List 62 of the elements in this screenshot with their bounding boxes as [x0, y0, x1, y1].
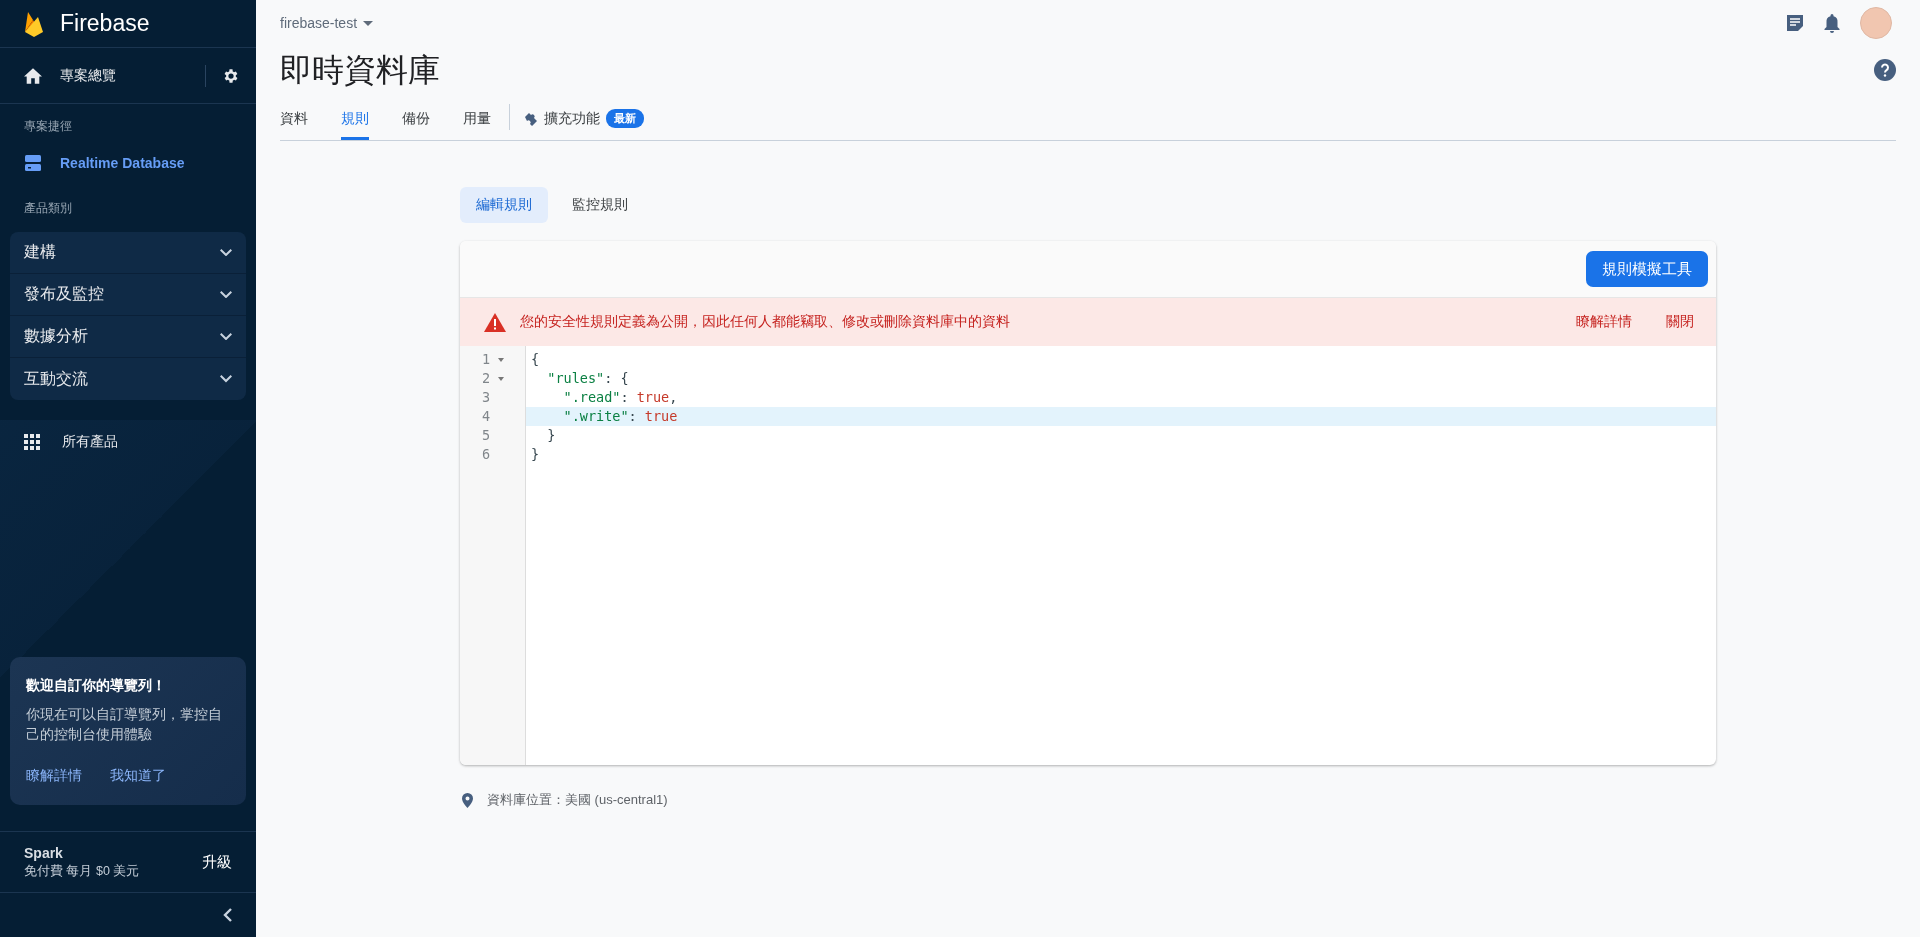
tab[interactable]: 備份	[402, 110, 430, 140]
fold-icon[interactable]	[498, 376, 504, 381]
chevron-icon	[220, 332, 232, 341]
promo-text: 你現在可以自訂導覽列，掌控自己的控制台使用體驗	[26, 706, 223, 744]
code-line: ".read": true,	[562, 388, 679, 407]
line-number: 5	[482, 426, 492, 445]
fold-icon[interactable]	[498, 357, 504, 362]
brand-name: Firebase	[60, 10, 150, 37]
settings-icon[interactable]	[222, 66, 240, 85]
warning-message: 您的安全性規則定義為公開，因此任何人都能竊取、修改或刪除資料庫中的資料	[520, 313, 1011, 331]
warning-icon	[484, 312, 506, 332]
line-number: 3	[482, 388, 492, 407]
warning-link[interactable]: 瞭解詳情	[1576, 313, 1632, 331]
puzzle-icon	[524, 111, 538, 126]
code-line: }	[530, 445, 541, 464]
notes-icon[interactable]	[1786, 14, 1804, 32]
tab[interactable]: 資料	[280, 110, 308, 140]
code-line: "rules": {	[546, 369, 630, 388]
line-number: 4	[482, 407, 492, 426]
category-item[interactable]: 互動交流	[10, 358, 246, 400]
line-number: 2	[482, 369, 492, 388]
tab[interactable]: 擴充功能 最新	[524, 109, 644, 140]
chevron-icon	[220, 248, 232, 257]
tab[interactable]: 規則	[341, 110, 369, 140]
page-title: 即時資料庫	[280, 51, 440, 90]
project-overview-link[interactable]: 專案總覽	[60, 66, 205, 85]
collapse-icon[interactable]	[222, 908, 234, 922]
home-icon[interactable]	[24, 67, 42, 84]
promo-title: 歡迎自訂你的導覽列！	[26, 677, 167, 695]
promo-link[interactable]: 我知道了	[110, 767, 166, 785]
chevron-icon	[220, 375, 232, 383]
plan-name: Spark	[24, 844, 64, 861]
line-number: 1	[482, 350, 492, 369]
tab[interactable]: 用量	[463, 110, 491, 140]
all-products-link[interactable]: 所有產品	[62, 433, 118, 451]
category-item[interactable]: 發布及監控	[10, 274, 246, 316]
promo-link[interactable]: 瞭解詳情	[26, 767, 82, 785]
project-selector[interactable]: firebase-test	[280, 15, 374, 31]
plan-price: 免付費 每月 $0 美元	[24, 862, 140, 880]
firebase-logo-icon	[24, 10, 44, 37]
grid-icon	[24, 434, 40, 450]
help-icon[interactable]	[1874, 59, 1896, 81]
code-line: }	[546, 426, 557, 445]
sub-tab[interactable]: 監控規則	[556, 187, 644, 223]
chevron-icon	[220, 290, 232, 299]
sub-tab[interactable]: 編輯規則	[460, 187, 548, 223]
section-label: 專案捷徑	[24, 119, 72, 133]
bell-icon[interactable]	[1824, 13, 1840, 33]
rules-simulator-button[interactable]: 規則模擬工具	[1586, 251, 1708, 287]
code-line: {	[530, 350, 541, 369]
location-pin-icon	[462, 792, 473, 808]
caret-icon	[363, 20, 374, 26]
category-item[interactable]: 數據分析	[10, 316, 246, 358]
new-badge: 最新	[606, 109, 644, 128]
upgrade-button[interactable]: 升級	[202, 846, 232, 878]
sidebar-item[interactable]: Realtime Database	[0, 140, 256, 186]
section-label: 產品類別	[24, 201, 72, 215]
category-item[interactable]: 建構	[10, 232, 246, 274]
database-icon	[24, 154, 42, 172]
line-number: 6	[482, 445, 492, 464]
database-location: 資料庫位置：美國 (us-central1)	[487, 791, 668, 809]
warning-link[interactable]: 關閉	[1666, 313, 1694, 331]
